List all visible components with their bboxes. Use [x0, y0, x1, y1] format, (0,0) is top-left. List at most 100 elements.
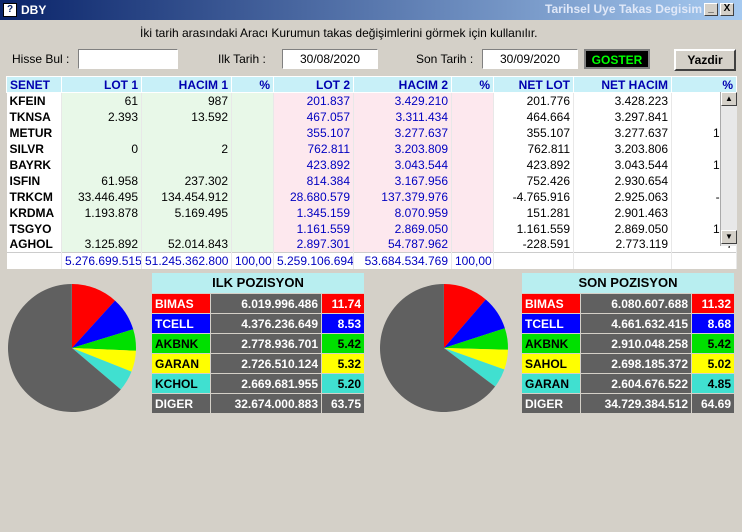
grid-row[interactable]: TSGYO 1.161.559 2.869.050 1.161.559 2.869.05… — [6, 220, 737, 237]
grid-cell-symbol: BAYRK — [6, 156, 62, 173]
son-pozisyon-pct: 64.69 — [692, 394, 734, 413]
grid-cell-symbol: ISFIN — [6, 172, 62, 189]
scroll-up-icon[interactable]: ▲ — [721, 92, 737, 106]
grid-cell-symbol: SILVR — [6, 140, 62, 157]
son-pozisyon-pct: 11.32 — [692, 294, 734, 313]
grid-cell — [451, 124, 494, 141]
grid-header-cell[interactable]: LOT 2 — [273, 76, 354, 93]
grid-cell: 5.169.495 — [141, 204, 232, 221]
ilk-pozisyon-value: 4.376.236.649 — [211, 314, 321, 333]
grid-cell: 201.837 — [273, 92, 354, 109]
son-pozisyon-value: 2.910.048.258 — [581, 334, 691, 353]
ilk-pozisyon-value: 2.778.936.701 — [211, 334, 321, 353]
ilk-pozisyon-name: DIGER — [152, 394, 210, 413]
ilk-pozisyon-name: BIMAS — [152, 294, 210, 313]
grid-cell: 3.277.637 — [573, 124, 672, 141]
grid-header-cell[interactable]: NET HACIM — [573, 76, 672, 93]
grid-cell: 2.897.301 — [273, 236, 354, 253]
grid-cell — [231, 220, 274, 237]
grid-cell — [451, 156, 494, 173]
scroll-down-icon[interactable]: ▼ — [721, 230, 737, 244]
grid-cell: 1.345.159 — [273, 204, 354, 221]
grid-cell — [451, 172, 494, 189]
son-pozisyon-row: DIGER 34.729.384.512 64.69 — [522, 394, 734, 413]
grid-cell: 137.379.976 — [353, 188, 452, 205]
info-text: İki tarih arasındaki Aracı Kurumun takas… — [140, 26, 538, 40]
grid-scrollbar[interactable]: ▲ ▼ — [720, 92, 737, 246]
window-subtitle: Tarihsel Uye Takas Degisim — [545, 2, 702, 16]
grid-cell: 3.167.956 — [353, 172, 452, 189]
son-pozisyon-name: BIMAS — [522, 294, 580, 313]
grid-header-row: SENET LOT 1 HACIM 1% LOT 2 HACIM 2% NET LOT NE… — [6, 76, 737, 93]
minimize-button[interactable]: _ — [704, 3, 718, 16]
grid-cell-symbol: TRKCM — [6, 188, 62, 205]
son-pozisyon-value: 34.729.384.512 — [581, 394, 691, 413]
grid-row[interactable]: SILVR02762.8113.203.809762.8113.203.8069… — [6, 140, 737, 157]
grid-cell: 2.869.050 — [353, 220, 452, 237]
grid-header-cell[interactable]: NET LOT — [493, 76, 574, 93]
grid-cell: 814.384 — [273, 172, 354, 189]
grid-cell: 134.454.912 — [141, 188, 232, 205]
grid-cell: 151.281 — [493, 204, 574, 221]
son-pozisyon-name: TCELL — [522, 314, 580, 333]
hisse-search-input[interactable] — [78, 49, 178, 69]
grid-row[interactable]: METUR355.1073.277.637355.1073.277.637100 — [6, 124, 737, 141]
hisse-label: Hisse Bul : — [12, 52, 70, 66]
son-pozisyon-pct: 5.42 — [692, 334, 734, 353]
grid-cell: 61 — [61, 92, 142, 109]
ilk-pozisyon-value: 2.669.681.955 — [211, 374, 321, 393]
grid-row[interactable]: KRDMA 1.193.878 5.169.495 1.345.159 8.070.95… — [6, 204, 737, 221]
grid-header-cell[interactable]: LOT 1 — [61, 76, 142, 93]
grid-cell — [451, 92, 494, 109]
grid-cell — [61, 220, 142, 237]
son-pozisyon-value: 6.080.607.688 — [581, 294, 691, 313]
grid-cell — [231, 236, 274, 253]
grid-total-cell — [493, 252, 574, 269]
grid-header-cell[interactable]: SENET — [6, 76, 62, 93]
ilk-pozisyon-row: GARAN 2.726.510.124 5.32 — [152, 354, 364, 373]
grid-cell — [451, 140, 494, 157]
grid-cell — [141, 220, 232, 237]
grid-row[interactable]: AGHOL 3.125.892 52.014.843 2.897.301 54.787.… — [6, 236, 737, 253]
son-pozisyon-pct: 5.02 — [692, 354, 734, 373]
grid-cell-symbol: METUR — [6, 124, 62, 141]
grid-header-cell[interactable]: % — [231, 76, 274, 93]
grid-header-cell[interactable]: % — [671, 76, 737, 93]
son-pozisyon-table: BIMAS 6.080.607.688 11.32 TCELL 4.661.632.41… — [521, 293, 735, 414]
son-tarih-input[interactable]: 30/09/2020 — [482, 49, 578, 69]
ilk-tarih-label: Ilk Tarih : — [218, 52, 266, 66]
grid-cell: 2.393 — [61, 108, 142, 125]
ilk-tarih-input[interactable]: 30/08/2020 — [282, 49, 378, 69]
son-pozisyon-title: SON POZISYON — [522, 273, 734, 293]
grid-cell: 987 — [141, 92, 232, 109]
grid-row[interactable]: TRKCM 33.446.495 134.454.912 28.680.579 137.… — [6, 188, 737, 205]
goster-button[interactable]: GOSTER — [584, 49, 650, 69]
grid-cell: 54.787.962 — [353, 236, 452, 253]
grid-total-cell: 53.684.534.769 — [353, 252, 452, 269]
ilk-pozisyon-row: KCHOL 2.669.681.955 5.20 — [152, 374, 364, 393]
grid-cell: -228.591 — [493, 236, 574, 253]
grid-cell: 355.107 — [273, 124, 354, 141]
grid-row[interactable]: ISFIN 61.958 237.302 814.384 3.167.956 752.42… — [6, 172, 737, 189]
son-pozisyon-name: DIGER — [522, 394, 580, 413]
takas-grid: SENET LOT 1 HACIM 1% LOT 2 HACIM 2% NET LOT NE… — [6, 76, 737, 269]
son-pozisyon-value: 4.661.632.415 — [581, 314, 691, 333]
grid-header-cell[interactable]: HACIM 2 — [353, 76, 452, 93]
grid-row[interactable]: TKNSA 2.393 13.592 467.057 3.311.434 464.664 3… — [6, 108, 737, 125]
grid-cell: 3.203.806 — [573, 140, 672, 157]
ilk-pozisyon-name: AKBNK — [152, 334, 210, 353]
grid-row[interactable]: KFEIN 61 987 201.837 3.429.210 201.776 3.428.2… — [6, 92, 737, 109]
close-button[interactable]: X — [720, 3, 734, 16]
son-pozisyon-row: BIMAS 6.080.607.688 11.32 — [522, 294, 734, 313]
grid-row[interactable]: BAYRK423.8923.043.544423.8923.043.544100 — [6, 156, 737, 173]
grid-cell: 13.592 — [141, 108, 232, 125]
ilk-pozisyon-row: TCELL 4.376.236.649 8.53 — [152, 314, 364, 333]
grid-header-cell[interactable]: HACIM 1 — [141, 76, 232, 93]
yazdir-button[interactable]: Yazdir — [674, 49, 736, 71]
grid-cell: 3.428.223 — [573, 92, 672, 109]
grid-cell — [231, 204, 274, 221]
grid-total-cell — [573, 252, 672, 269]
grid-cell: 1.193.878 — [61, 204, 142, 221]
grid-cell: 8.070.959 — [353, 204, 452, 221]
grid-header-cell[interactable]: % — [451, 76, 494, 93]
